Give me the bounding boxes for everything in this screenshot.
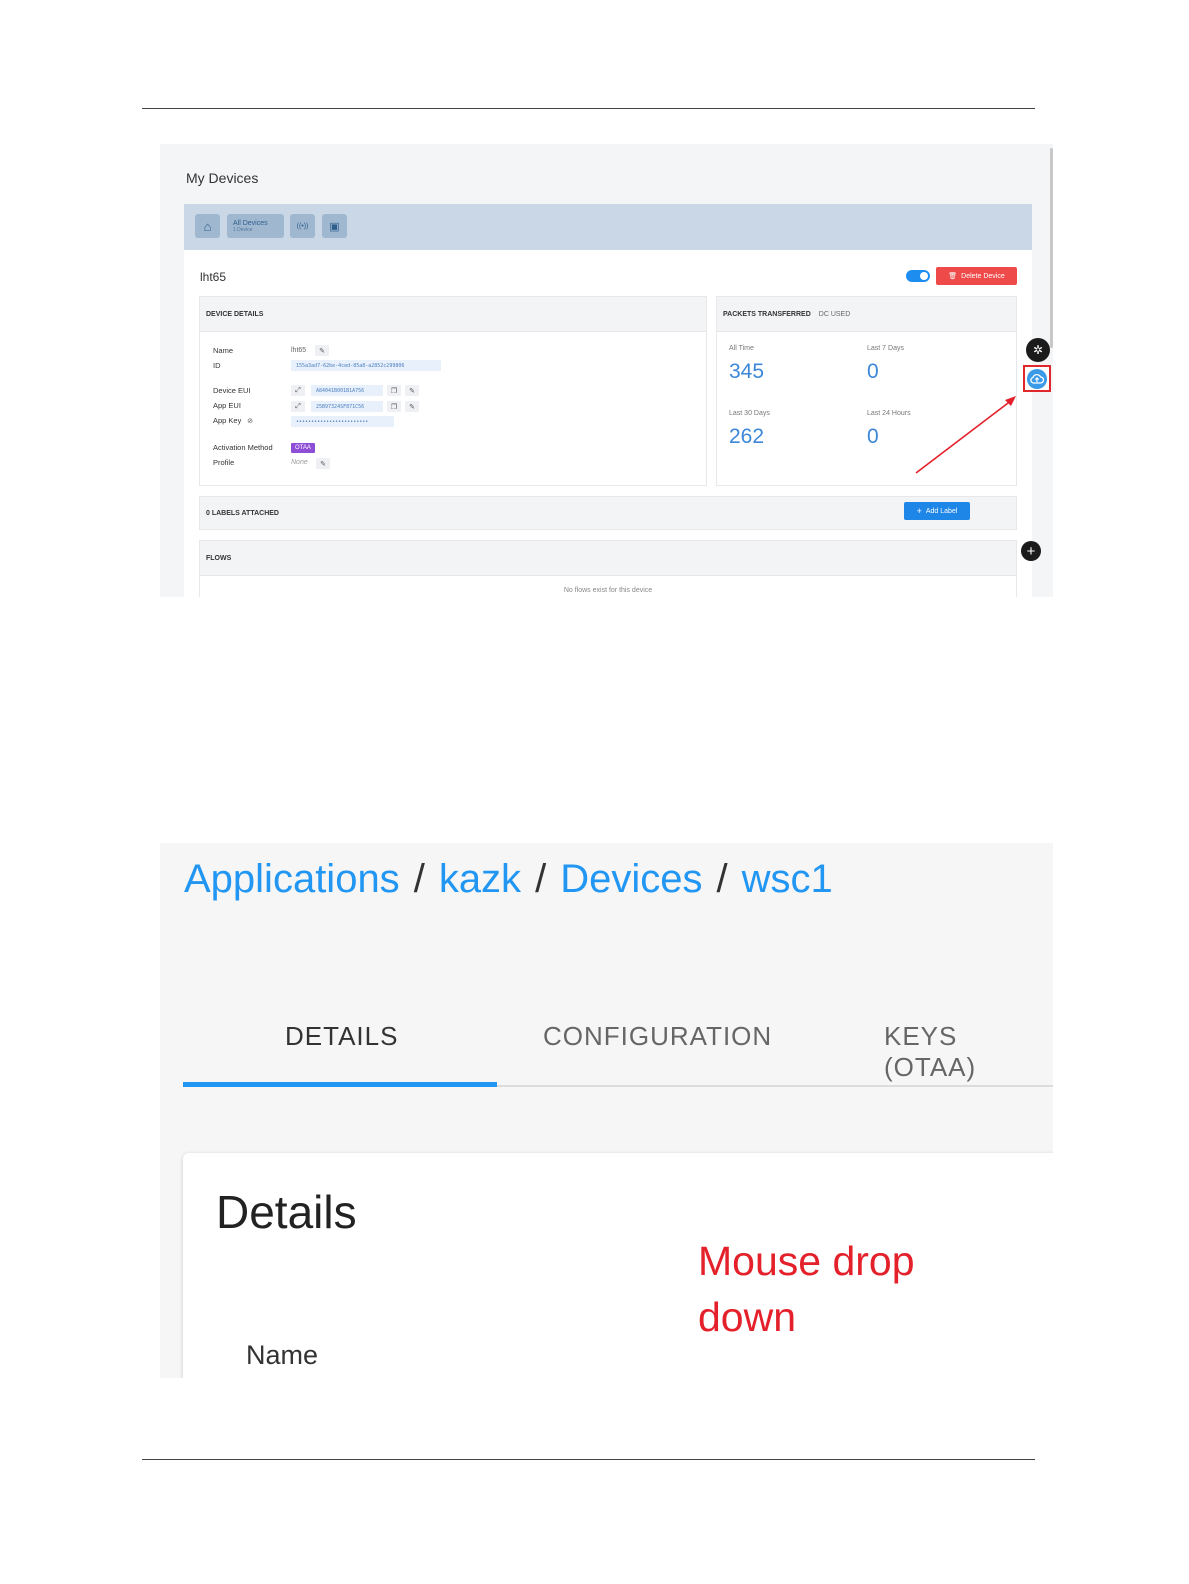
- helium-console-screenshot: My Devices ⌂ All Devices 1 Device ((•)) …: [160, 144, 1053, 597]
- annotation-line-2: down: [698, 1294, 797, 1340]
- annotation-line-1: Mouse drop: [698, 1238, 915, 1284]
- header-rule: [142, 108, 1035, 109]
- details-title: Details: [216, 1186, 357, 1238]
- footer-rule: [142, 1459, 1035, 1460]
- breadcrumb-device[interactable]: wsc1: [742, 857, 833, 901]
- active-tab-indicator: [183, 1082, 497, 1087]
- annotation-arrow: [915, 396, 1016, 474]
- breadcrumb: Applications / kazk / Devices / wsc1: [184, 857, 833, 901]
- breadcrumb-applications[interactable]: Applications: [184, 857, 400, 901]
- name-field-label: Name: [246, 1340, 319, 1370]
- tab-details[interactable]: DETAILS: [285, 1021, 398, 1052]
- breadcrumb-application[interactable]: kazk: [439, 857, 521, 901]
- tab-configuration[interactable]: CONFIGURATION: [543, 1021, 772, 1052]
- tab-keys-otaa[interactable]: KEYS (OTAA): [884, 1021, 1053, 1083]
- annotation-text: Mouse drop down: [698, 1233, 998, 1345]
- breadcrumb-devices[interactable]: Devices: [560, 857, 702, 901]
- ttn-console-screenshot: Applications / kazk / Devices / wsc1 DETAILS C…: [160, 843, 1053, 1378]
- details-card: Details Mouse drop down Name: [183, 1153, 1053, 1378]
